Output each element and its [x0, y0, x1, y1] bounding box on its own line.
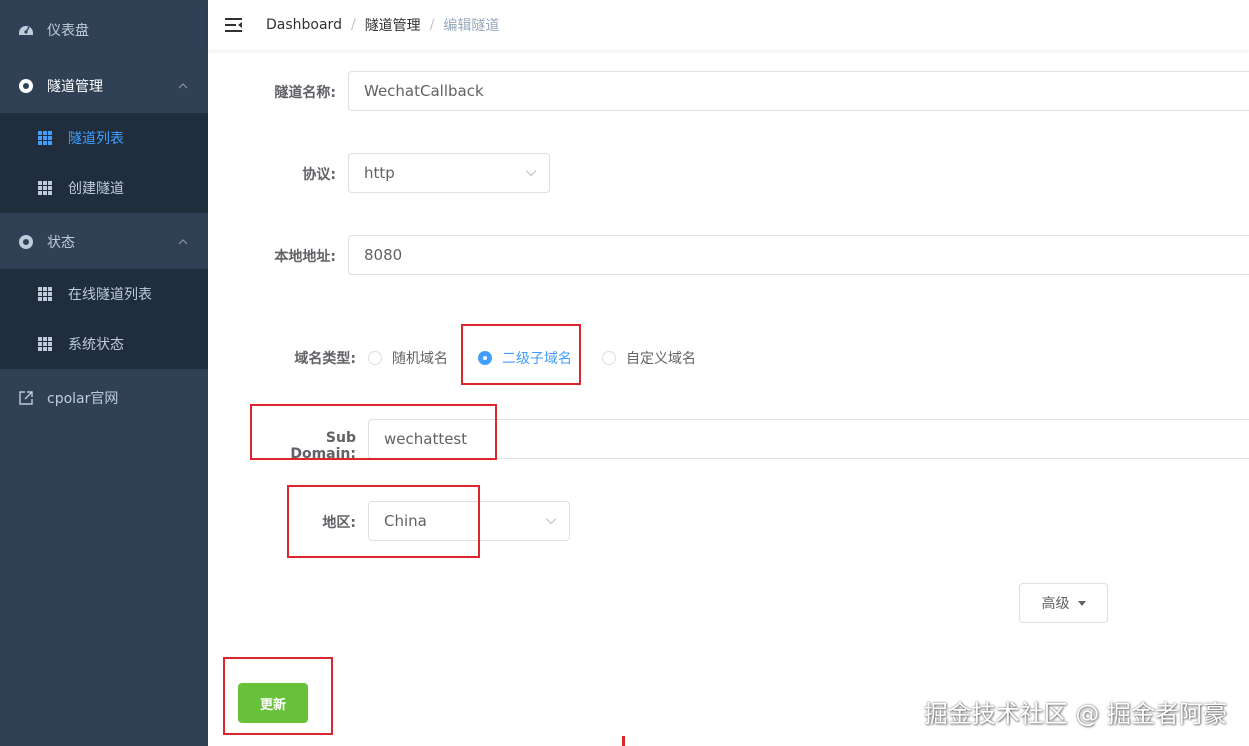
annotation-box-subdomain — [250, 404, 497, 460]
submenu-tunnel-mgmt: 隧道列表 创建隧道 — [0, 113, 208, 213]
external-link-icon — [19, 391, 33, 405]
watermark: 掘金技术社区 @ 掘金者阿豪 — [923, 700, 1227, 728]
advanced-label: 高级 — [1041, 596, 1070, 612]
breadcrumb: Dashboard / 隧道管理 / 编辑隧道 — [266, 0, 499, 50]
sidebar-label-system-status: 系统状态 — [68, 337, 124, 353]
menu-label-dashboard: 仪表盘 — [47, 23, 89, 39]
tunnel-name-value: WechatCallback — [364, 82, 484, 100]
hamburger-icon[interactable] — [225, 17, 242, 33]
lifebuoy-icon — [19, 235, 33, 249]
chevron-up-icon — [178, 83, 188, 89]
chevron-down-icon — [545, 518, 557, 525]
navbar: Dashboard / 隧道管理 / 编辑隧道 — [208, 0, 1249, 50]
advanced-button[interactable]: 高级 — [1019, 583, 1108, 623]
submenu-status: 在线隧道列表 系统状态 — [0, 269, 208, 369]
annotation-box-region — [287, 485, 480, 558]
radio-label-random: 随机域名 — [392, 351, 448, 367]
annotation-box-update — [223, 657, 333, 735]
grid-icon — [38, 131, 52, 145]
radio-random-domain[interactable]: 随机域名 — [368, 348, 448, 368]
caret-down-icon — [1077, 600, 1086, 606]
annotation-mark — [622, 736, 625, 746]
chevron-down-icon — [525, 170, 537, 177]
sidebar-item-create-tunnel[interactable]: 创建隧道 — [0, 163, 208, 213]
menu-label-status: 状态 — [47, 235, 75, 251]
sidebar: 仪表盘 隧道管理 隧道列表 创建隧道 状态 在线隧道列表 系统状态 cpolar… — [0, 0, 208, 746]
radio-circle — [368, 351, 382, 365]
sidebar-label-online-tunnels: 在线隧道列表 — [68, 287, 152, 303]
sidebar-label-tunnel-list: 隧道列表 — [68, 131, 124, 147]
radio-circle — [602, 351, 616, 365]
grid-icon — [38, 287, 52, 301]
dashboard-icon — [19, 26, 33, 35]
tunnel-name-label: 隧道名称: — [274, 85, 336, 101]
breadcrumb-current: 编辑隧道 — [443, 18, 500, 34]
tunnel-name-input[interactable]: WechatCallback — [348, 71, 1249, 111]
sidebar-label-create-tunnel: 创建隧道 — [68, 181, 124, 197]
local-address-value: 8080 — [364, 246, 403, 264]
radio-label-custom: 自定义域名 — [626, 351, 696, 367]
protocol-select[interactable]: http — [348, 153, 550, 193]
menu-item-tunnel-mgmt[interactable]: 隧道管理 — [0, 58, 208, 114]
breadcrumb-separator: / — [429, 17, 435, 33]
grid-icon — [38, 337, 52, 351]
local-address-label: 本地地址: — [274, 249, 336, 265]
protocol-label: 协议: — [302, 167, 336, 183]
breadcrumb-home[interactable]: Dashboard — [266, 17, 342, 33]
grid-icon — [38, 181, 52, 195]
sidebar-item-system-status[interactable]: 系统状态 — [0, 319, 208, 369]
local-address-input[interactable]: 8080 — [348, 235, 1249, 275]
lifebuoy-icon — [19, 79, 33, 93]
menu-label-tunnel-mgmt: 隧道管理 — [47, 79, 103, 95]
breadcrumb-section[interactable]: 隧道管理 — [365, 15, 421, 35]
subdomain-input[interactable]: wechattest — [368, 419, 1249, 459]
chevron-up-icon — [178, 239, 188, 245]
protocol-value: http — [364, 164, 395, 182]
sidebar-item-tunnel-list[interactable]: 隧道列表 — [0, 113, 208, 163]
radio-custom-domain[interactable]: 自定义域名 — [602, 348, 696, 368]
sidebar-item-online-tunnels[interactable]: 在线隧道列表 — [0, 269, 208, 319]
domain-type-label: 域名类型: — [294, 351, 356, 367]
menu-item-status[interactable]: 状态 — [0, 214, 208, 270]
menu-item-dashboard[interactable]: 仪表盘 — [0, 2, 208, 58]
menu-item-cpolar-site[interactable]: cpolar官网 — [0, 370, 208, 426]
breadcrumb-separator: / — [350, 17, 356, 33]
annotation-box-domain-type — [461, 324, 581, 385]
menu-label-cpolar-site: cpolar官网 — [47, 391, 119, 407]
